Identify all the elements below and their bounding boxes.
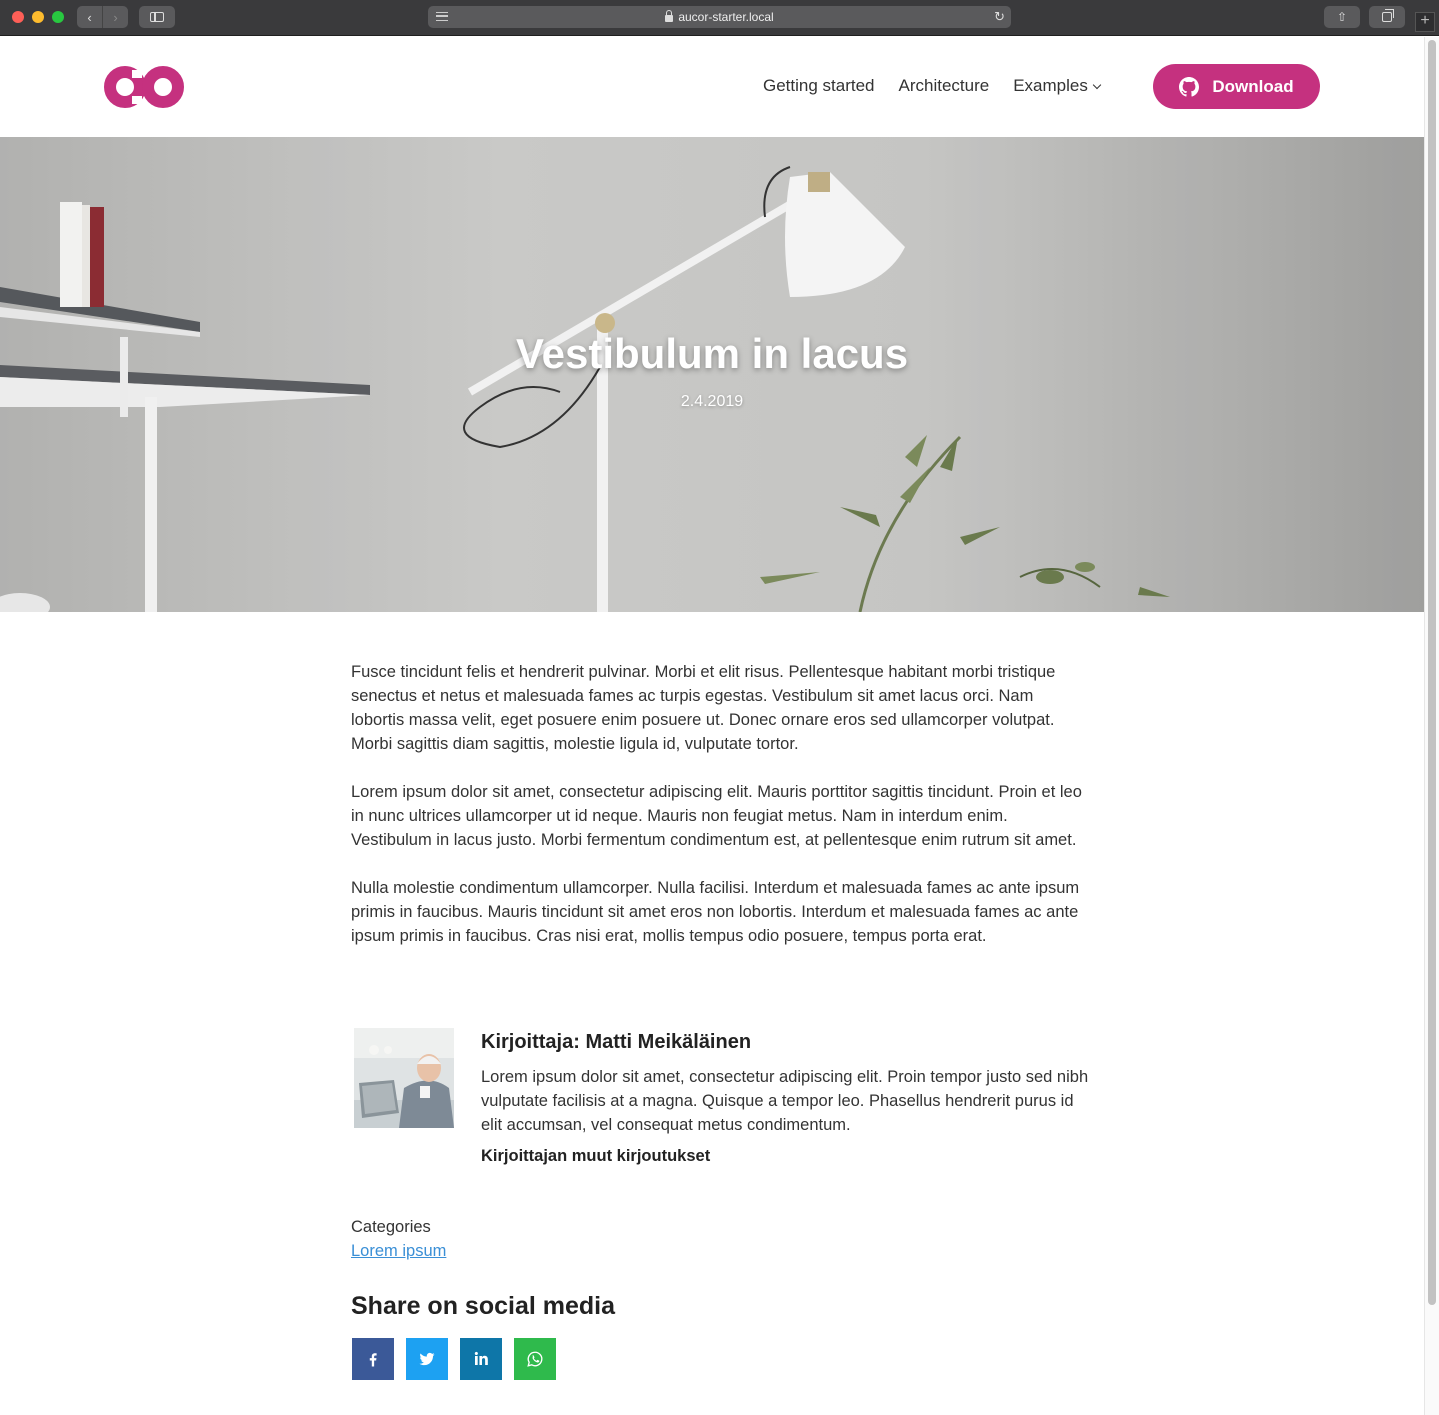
nav-architecture[interactable]: Architecture	[899, 76, 990, 96]
site-header: Getting started Architecture Examples Do…	[0, 37, 1424, 137]
new-tab-button[interactable]: +	[1415, 12, 1435, 32]
lock-icon	[665, 9, 674, 22]
facebook-icon	[369, 1353, 377, 1367]
post-date: 2.4.2019	[680, 393, 744, 410]
author-avatar	[354, 1028, 454, 1128]
categories-label: Categories	[351, 1218, 431, 1236]
download-label: Download	[1212, 76, 1294, 96]
share-twitter-button[interactable]	[406, 1338, 448, 1380]
tab-overview-button[interactable]	[1369, 6, 1405, 28]
sidebar-icon	[150, 12, 164, 22]
address-bar[interactable]: aucor-starter.local ↻	[428, 6, 1011, 28]
back-button[interactable]: ‹	[77, 6, 102, 28]
author-other-posts-link[interactable]: Kirjoittajan muut kirjoutukset	[481, 1147, 710, 1166]
page-title: Vestibulum in lacus	[515, 330, 909, 377]
url-text: aucor-starter.local	[678, 10, 774, 24]
browser-toolbar: ‹ › aucor-starter.local ↻ ⇧ +	[0, 0, 1439, 36]
github-icon	[1179, 76, 1200, 97]
author-bio: Lorem ipsum dolor sit amet, consectetur …	[481, 1068, 1089, 1134]
nav-examples[interactable]: Examples	[1013, 76, 1102, 96]
forward-button[interactable]: ›	[102, 6, 128, 28]
nav-examples-label: Examples	[1013, 76, 1088, 95]
linkedin-icon	[474, 1351, 488, 1365]
history-buttons: ‹ ›	[77, 6, 128, 28]
download-button[interactable]: Download	[1153, 64, 1320, 109]
nav-getting-started[interactable]: Getting started	[763, 76, 875, 96]
zoom-window-button[interactable]	[52, 11, 64, 23]
minimize-window-button[interactable]	[32, 11, 44, 23]
whatsapp-icon	[527, 1351, 543, 1367]
author-name: Kirjoittaja: Matti Meikäläinen	[481, 1031, 752, 1053]
share-button[interactable]: ⇧	[1324, 6, 1360, 28]
chevron-down-icon	[1092, 80, 1102, 90]
main-navigation: Getting started Architecture Examples	[763, 76, 1124, 96]
twitter-icon	[419, 1352, 435, 1366]
category-link[interactable]: Lorem ipsum	[351, 1242, 446, 1261]
article-body: Fusce tincidunt felis et hendrerit pulvi…	[351, 660, 1086, 972]
tabs-icon	[1382, 9, 1394, 22]
scrollbar-thumb[interactable]	[1428, 40, 1436, 1305]
share-whatsapp-button[interactable]	[514, 1338, 556, 1380]
share-linkedin-button[interactable]	[460, 1338, 502, 1380]
share-heading: Share on social media	[351, 1292, 615, 1320]
article-paragraph: Lorem ipsum dolor sit amet, consectetur …	[351, 783, 1082, 849]
site-logo[interactable]	[104, 66, 184, 108]
sidebar-toggle-button[interactable]	[139, 6, 175, 28]
reader-icon[interactable]	[436, 12, 448, 21]
hero-banner: Vestibulum in lacus 2.4.2019	[0, 137, 1424, 612]
close-window-button[interactable]	[12, 11, 24, 23]
reload-icon[interactable]: ↻	[994, 9, 1005, 25]
share-facebook-button[interactable]	[352, 1338, 394, 1380]
article-paragraph: Fusce tincidunt felis et hendrerit pulvi…	[351, 663, 1056, 753]
article-paragraph: Nulla molestie condimentum ullamcorper. …	[351, 879, 1080, 945]
